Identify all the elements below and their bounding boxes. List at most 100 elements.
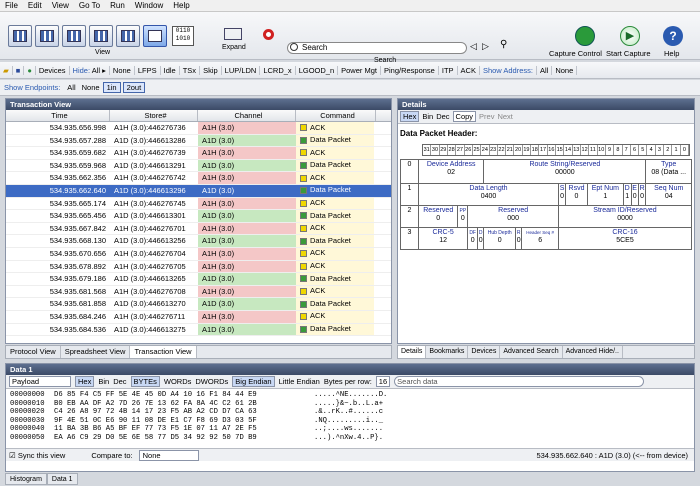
menu-run[interactable]: Run bbox=[105, 1, 130, 10]
search-next-icon[interactable]: ▷ bbox=[482, 41, 489, 52]
field-ept-num[interactable]: Ept Num 1 bbox=[586, 183, 624, 206]
filter-ack[interactable]: ACK bbox=[458, 65, 480, 75]
hex-line[interactable]: 00000010 B0 EB AA DF A2 7D 26 7E 13 62 FA… bbox=[10, 400, 690, 409]
hide-all-button[interactable]: Hide: All ▸ bbox=[70, 65, 110, 75]
view-4-icon[interactable] bbox=[89, 25, 113, 47]
filter-power-mgt[interactable]: Power Mgt bbox=[338, 65, 381, 75]
details-prev-button[interactable]: Prev bbox=[479, 112, 494, 121]
tab-protocol-view[interactable]: Protocol View bbox=[6, 346, 61, 358]
filter-lgood[interactable]: LGOOD_n bbox=[296, 65, 339, 75]
view-5-icon[interactable] bbox=[116, 25, 140, 47]
data-search-input[interactable]: Search data bbox=[394, 376, 645, 387]
field-crc5[interactable]: CRC-5 12 bbox=[417, 227, 469, 250]
field-e[interactable]: E0 bbox=[630, 183, 639, 206]
table-row[interactable]: 534.935.678.892 A1H (3.0):446276705 A1H (3… bbox=[6, 260, 391, 274]
words-button[interactable]: WORDs bbox=[164, 377, 192, 386]
details-dec-button[interactable]: Dec bbox=[436, 112, 449, 121]
hex-line[interactable]: 00000030 9F 4E 51 0C E6 90 11 08 DE E1 C7… bbox=[10, 417, 690, 426]
field-seq-num[interactable]: Seq Num 04 bbox=[645, 183, 692, 206]
bits-toggle[interactable]: 0110 1010 bbox=[172, 26, 194, 46]
menu-edit[interactable]: Edit bbox=[23, 1, 47, 10]
menu-goto[interactable]: Go To bbox=[74, 1, 105, 10]
details-hex-button[interactable]: Hex bbox=[400, 111, 420, 122]
tab-histogram[interactable]: Histogram bbox=[5, 473, 47, 485]
info-icon[interactable]: ● bbox=[24, 65, 36, 75]
filter-lup-ldn[interactable]: LUP/LDN bbox=[222, 65, 261, 75]
search-prev-icon[interactable]: ◁ bbox=[470, 41, 477, 52]
filter-lfps[interactable]: LFPS bbox=[135, 65, 161, 75]
menu-file[interactable]: File bbox=[0, 1, 23, 10]
table-row[interactable]: 534.935.667.842 A1H (3.0):446276701 A1H (3… bbox=[6, 222, 391, 236]
payload-select[interactable]: Payload bbox=[9, 376, 71, 387]
col-store[interactable]: Store# bbox=[110, 110, 198, 121]
table-row[interactable]: 534.935.659.968 A1D (3.0):446613291 A1D (3… bbox=[6, 159, 391, 173]
dwords-button[interactable]: DWORDs bbox=[195, 377, 228, 386]
sync-checkbox[interactable]: ☑ Sync this view bbox=[9, 449, 65, 461]
field-crc16[interactable]: CRC-16 5CE5 bbox=[557, 227, 693, 250]
binoculars-icon[interactable]: ⚲ bbox=[500, 39, 507, 50]
devices-button[interactable]: Devices bbox=[36, 65, 70, 75]
menu-window[interactable]: Window bbox=[130, 1, 168, 10]
tab-advanced-hide[interactable]: Advanced Hide/.. bbox=[563, 346, 623, 358]
field-rsvd[interactable]: Rsvd 0 bbox=[565, 183, 588, 206]
table-row[interactable]: 534.935.662.640 A1D (3.0):446613296 A1D (3… bbox=[6, 184, 391, 198]
table-row[interactable]: 534.935.665.456 A1D (3.0):446613301 A1D (3… bbox=[6, 210, 391, 223]
field-header-seq[interactable]: Header Seq #6 bbox=[521, 227, 559, 250]
start-capture-icon[interactable]: ▶ bbox=[620, 26, 640, 46]
help-icon[interactable]: ? bbox=[663, 26, 683, 46]
table-row[interactable]: 534.935.681.858 A1D (3.0):446613270 A1D (3… bbox=[6, 298, 391, 311]
search-input[interactable]: Search bbox=[287, 42, 467, 54]
view-1-icon[interactable] bbox=[8, 25, 32, 47]
field-df[interactable]: DF 0 bbox=[467, 227, 479, 250]
menu-help[interactable]: Help bbox=[168, 1, 194, 10]
field-hub-depth[interactable]: Hub Depth 0 bbox=[483, 227, 517, 250]
table-row[interactable]: 534.935.665.174 A1H (3.0):446276745 A1H (3… bbox=[6, 197, 391, 211]
table-row[interactable]: 534.935.681.568 A1H (3.0):446276708 A1H (3… bbox=[6, 285, 391, 299]
field-device-address[interactable]: Device Address 02 bbox=[417, 159, 485, 184]
details-next-button[interactable]: Next bbox=[497, 112, 512, 121]
field-pp[interactable]: PP 0 bbox=[457, 205, 469, 228]
field-r[interactable]: R0 bbox=[637, 183, 647, 206]
col-channel[interactable]: Channel bbox=[198, 110, 296, 121]
field-reserved-2[interactable]: Reserved 000 bbox=[467, 205, 559, 228]
col-time[interactable]: Time bbox=[6, 110, 110, 121]
filter-lcrd[interactable]: LCRD_x bbox=[260, 65, 296, 75]
save-icon[interactable]: ■ bbox=[13, 65, 25, 75]
view-2-icon[interactable] bbox=[35, 25, 59, 47]
endpoint-1in[interactable]: 1in bbox=[102, 82, 121, 93]
big-endian-button[interactable]: Big Endian bbox=[232, 376, 275, 387]
tab-data-1[interactable]: Data 1 bbox=[46, 473, 78, 485]
hex-line[interactable]: 00000040 11 BA 3B B6 A5 BF EF 77 73 F5 1E… bbox=[10, 425, 690, 434]
tab-transaction-view[interactable]: Transaction View bbox=[130, 346, 197, 358]
view-6-icon[interactable] bbox=[143, 25, 167, 47]
data-dec-button[interactable]: Dec bbox=[113, 377, 126, 386]
open-folder-icon[interactable]: ▰ bbox=[0, 65, 13, 75]
show-address-all[interactable]: All bbox=[537, 65, 553, 75]
field-data-length[interactable]: Data Length 0400 bbox=[418, 183, 559, 206]
table-row[interactable]: 534.935.670.656 A1H (3.0):446276704 A1H (3… bbox=[6, 247, 391, 261]
show-address-none[interactable]: None bbox=[552, 65, 578, 75]
little-endian-button[interactable]: Little Endian bbox=[279, 377, 320, 386]
bytes-per-row-select[interactable]: 16 bbox=[375, 376, 391, 387]
table-row[interactable]: 534.935.657.288 A1D (3.0):446613286 A1D (3… bbox=[6, 134, 391, 148]
field-route-string[interactable]: Route String/Reserved 00000 bbox=[483, 159, 647, 184]
expand-icon[interactable] bbox=[224, 28, 242, 40]
col-command[interactable]: Command bbox=[296, 110, 376, 121]
table-row[interactable]: 534.935.684.246 A1H (3.0):446276711 A1H (3… bbox=[6, 310, 391, 324]
tab-details[interactable]: Details bbox=[398, 346, 427, 358]
table-row[interactable]: 534.935.668.130 A1D (3.0):446613256 A1D (3… bbox=[6, 235, 391, 248]
filter-tsx[interactable]: TSx bbox=[180, 65, 201, 75]
field-stream-id[interactable]: Stream ID/Reserved 0000 bbox=[557, 205, 693, 228]
field-reserved-1[interactable]: Reserved 0 bbox=[417, 205, 459, 228]
table-row[interactable]: 534.935.679.186 A1D (3.0):446613265 A1D (3… bbox=[6, 273, 391, 286]
field-d[interactable]: D1 bbox=[622, 183, 632, 206]
table-row[interactable]: 534.935.656.998 A1H (3.0):446276736 A1H (3… bbox=[6, 122, 391, 135]
hex-line[interactable]: 00000000 D6 85 F4 C5 FF 5E 4E 45 0D A4 10… bbox=[10, 391, 690, 400]
endpoint-2out[interactable]: 2out bbox=[122, 82, 146, 93]
endpoints-none-button[interactable]: None bbox=[79, 83, 103, 92]
tab-spreadsheet-view[interactable]: Spreadsheet View bbox=[61, 346, 131, 358]
tab-devices[interactable]: Devices bbox=[468, 346, 501, 358]
filter-ping-response[interactable]: Ping/Response bbox=[381, 65, 439, 75]
capture-control-icon[interactable] bbox=[575, 26, 595, 46]
details-copy-button[interactable]: Copy bbox=[452, 111, 477, 122]
